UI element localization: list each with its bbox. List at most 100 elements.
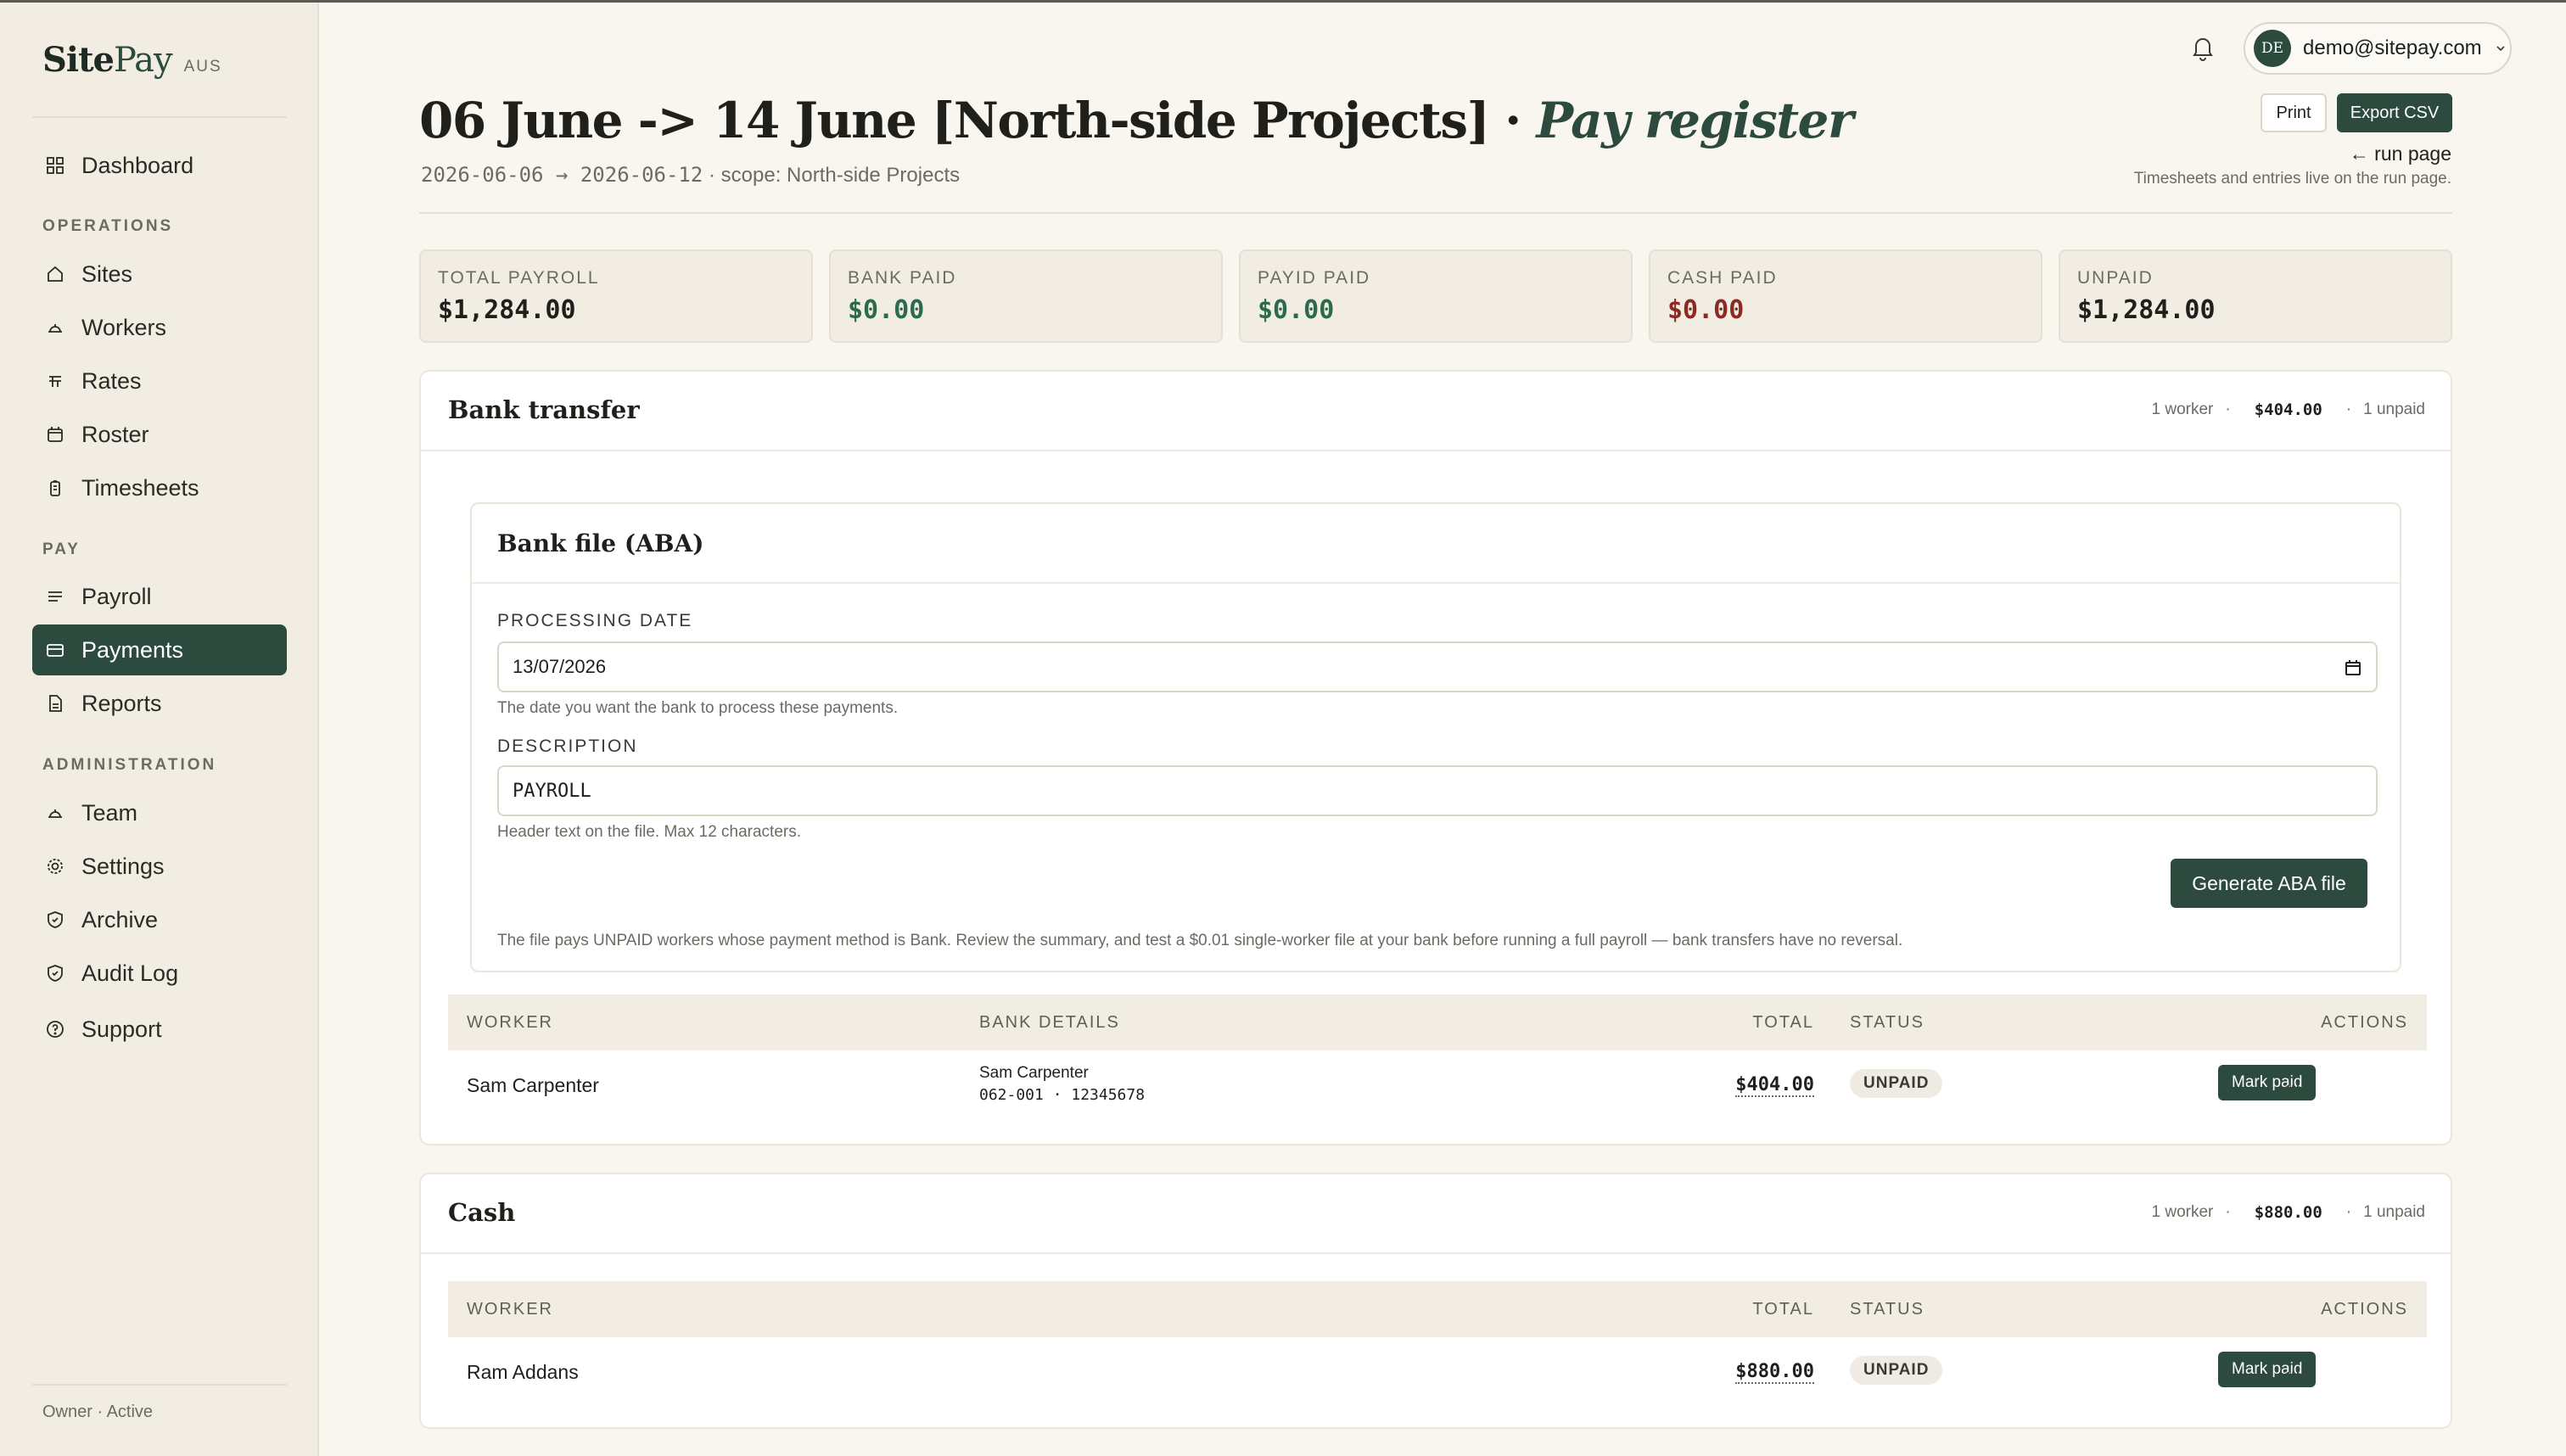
- run-page-note: Timesheets and entries live on the run p…: [2133, 170, 2451, 188]
- mark-paid-button[interactable]: Mark paid: [2218, 1065, 2317, 1100]
- sidebar-item-payments[interactable]: Payments: [32, 624, 287, 675]
- sidebar-item-team[interactable]: Team: [32, 787, 287, 838]
- sidebar-item-payroll[interactable]: Payroll: [32, 571, 287, 622]
- stat-value: $1,284.00: [438, 295, 576, 325]
- mark-paid-button[interactable]: Mark paid: [2218, 1352, 2317, 1387]
- sidebar-item-label: Team: [81, 799, 138, 826]
- stat-value: $0.00: [1667, 295, 1745, 325]
- stat-label: PAYID PAID: [1258, 268, 1371, 288]
- brand-logo[interactable]: SitePay AUS: [42, 40, 222, 80]
- sidebar-item-rates[interactable]: Rates: [32, 356, 287, 406]
- stat-total-payroll: TOTAL PAYROLL $1,284.00: [419, 249, 813, 343]
- run-page-link[interactable]: ← run page: [2350, 143, 2451, 165]
- bank-account-name: Sam Carpenter: [979, 1064, 1089, 1082]
- export-csv-button[interactable]: Export CSV: [2337, 93, 2452, 132]
- team-icon: [46, 804, 64, 822]
- sidebar-item-settings[interactable]: Settings: [32, 841, 287, 892]
- page-subtitle: 2026-06-06 → 2026-06-12 · scope: North-s…: [421, 163, 961, 187]
- sidebar-item-label: Sites: [81, 260, 133, 287]
- nav-section-operations: OPERATIONS: [42, 217, 174, 235]
- stat-unpaid: UNPAID $1,284.00: [2059, 249, 2452, 343]
- processing-date-input[interactable]: 13/07/2026: [497, 641, 2378, 692]
- sidebar-item-dashboard[interactable]: Dashboard: [32, 140, 287, 191]
- user-menu[interactable]: DE demo@sitepay.com: [2244, 22, 2512, 75]
- account-status: Owner · Active: [42, 1403, 154, 1421]
- user-email: demo@sitepay.com: [2303, 36, 2482, 59]
- sidebar-item-label: Rates: [81, 367, 142, 394]
- clipboard-icon: [46, 479, 64, 497]
- sidebar-item-label: Payroll: [81, 583, 152, 609]
- divider: [472, 582, 2400, 584]
- aba-warning-note: The file pays UNPAID workers whose payme…: [497, 932, 1903, 949]
- table-header: WORKER TOTAL STATUS ACTIONS: [448, 1281, 2427, 1337]
- sidebar-item-label: Audit Log: [81, 960, 179, 986]
- card-summary: 1 worker · $404.00 · 1 unpaid: [2151, 400, 2426, 419]
- panel-title: Bank file (ABA): [497, 529, 704, 557]
- description-hint: Header text on the file. Max 12 characte…: [497, 823, 802, 841]
- avatar: DE: [2254, 30, 2291, 67]
- stat-cash-paid: CASH PAID $0.00: [1649, 249, 2042, 343]
- stat-label: UNPAID: [2077, 268, 2154, 288]
- divider: [419, 212, 2452, 214]
- more-actions-icon[interactable]: ...: [2286, 1359, 2300, 1379]
- stat-label: BANK PAID: [848, 268, 957, 288]
- column-header-status: STATUS: [1850, 1013, 1924, 1032]
- sidebar-item-label: Dashboard: [81, 152, 194, 178]
- sidebar-item-roster[interactable]: Roster: [32, 409, 287, 460]
- column-header-actions: ACTIONS: [2321, 1300, 2408, 1319]
- divider: [32, 1384, 287, 1386]
- card-title: Bank transfer: [448, 395, 640, 424]
- processing-date-label: PROCESSING DATE: [497, 611, 693, 630]
- column-header-total: TOTAL: [1752, 1300, 1814, 1319]
- sidebar-item-workers[interactable]: Workers: [32, 302, 287, 353]
- sidebar-item-audit-log[interactable]: Audit Log: [32, 948, 287, 999]
- card-title: Cash: [448, 1198, 516, 1227]
- help-icon: [46, 1020, 64, 1039]
- print-button[interactable]: Print: [2261, 93, 2327, 132]
- shield-check-icon: [46, 964, 64, 983]
- stat-payid-paid: PAYID PAID $0.00: [1239, 249, 1633, 343]
- sidebar-item-label: Archive: [81, 906, 159, 932]
- card-summary: 1 worker · $880.00 · 1 unpaid: [2151, 1203, 2426, 1222]
- sidebar: SitePay AUS Dashboard OPERATIONS Sites W…: [0, 3, 319, 1456]
- brand-region: AUS: [183, 58, 222, 76]
- notifications-bell-icon[interactable]: [2188, 32, 2218, 63]
- sidebar-item-label: Workers: [81, 314, 167, 340]
- stat-label: CASH PAID: [1667, 268, 1778, 288]
- stat-label: TOTAL PAYROLL: [438, 268, 600, 288]
- sidebar-item-support[interactable]: Support: [32, 1004, 287, 1055]
- table-header: WORKER BANK DETAILS TOTAL STATUS ACTIONS: [448, 994, 2427, 1050]
- chevron-down-icon: [2496, 46, 2505, 52]
- column-header-status: STATUS: [1850, 1300, 1924, 1319]
- cash-card: Cash 1 worker · $880.00 · 1 unpaid WORKER TO…: [419, 1173, 2452, 1429]
- page-title: 06 June -> 14 June [North-side Projects]…: [419, 92, 1854, 149]
- more-actions-icon[interactable]: ...: [2286, 1072, 2300, 1092]
- generate-aba-button[interactable]: Generate ABA file: [2171, 859, 2367, 908]
- row-total[interactable]: $404.00: [1735, 1074, 1814, 1097]
- grid-icon: [46, 156, 64, 175]
- sidebar-item-label: Timesheets: [81, 474, 199, 501]
- status-badge: UNPAID: [1850, 1356, 1943, 1385]
- sidebar-item-timesheets[interactable]: Timesheets: [32, 462, 287, 513]
- sidebar-item-sites[interactable]: Sites: [32, 249, 287, 300]
- sidebar-item-reports[interactable]: Reports: [32, 678, 287, 729]
- row-total[interactable]: $880.00: [1735, 1361, 1814, 1384]
- processing-date-hint: The date you want the bank to process th…: [497, 699, 899, 717]
- description-label: DESCRIPTION: [497, 736, 638, 756]
- sidebar-item-archive[interactable]: Archive: [32, 894, 287, 945]
- bank-account-number: 062-001 · 12345678: [979, 1086, 1146, 1104]
- sidebar-item-label: Support: [81, 1016, 162, 1042]
- description-input[interactable]: PAYROLL: [497, 765, 2378, 816]
- shield-icon: [46, 910, 64, 929]
- calendar-icon[interactable]: [2344, 658, 2362, 677]
- sidebar-item-label: Roster: [81, 421, 149, 447]
- column-header-worker: WORKER: [467, 1300, 553, 1319]
- sidebar-item-label: Settings: [81, 853, 165, 879]
- column-header-bank-details: BANK DETAILS: [979, 1013, 1120, 1032]
- divider: [421, 1252, 2451, 1254]
- home-icon: [46, 265, 64, 283]
- list-icon: [46, 587, 64, 606]
- hardhat-icon: [46, 318, 64, 337]
- column-header-actions: ACTIONS: [2321, 1013, 2408, 1032]
- sidebar-item-label: Reports: [81, 690, 162, 716]
